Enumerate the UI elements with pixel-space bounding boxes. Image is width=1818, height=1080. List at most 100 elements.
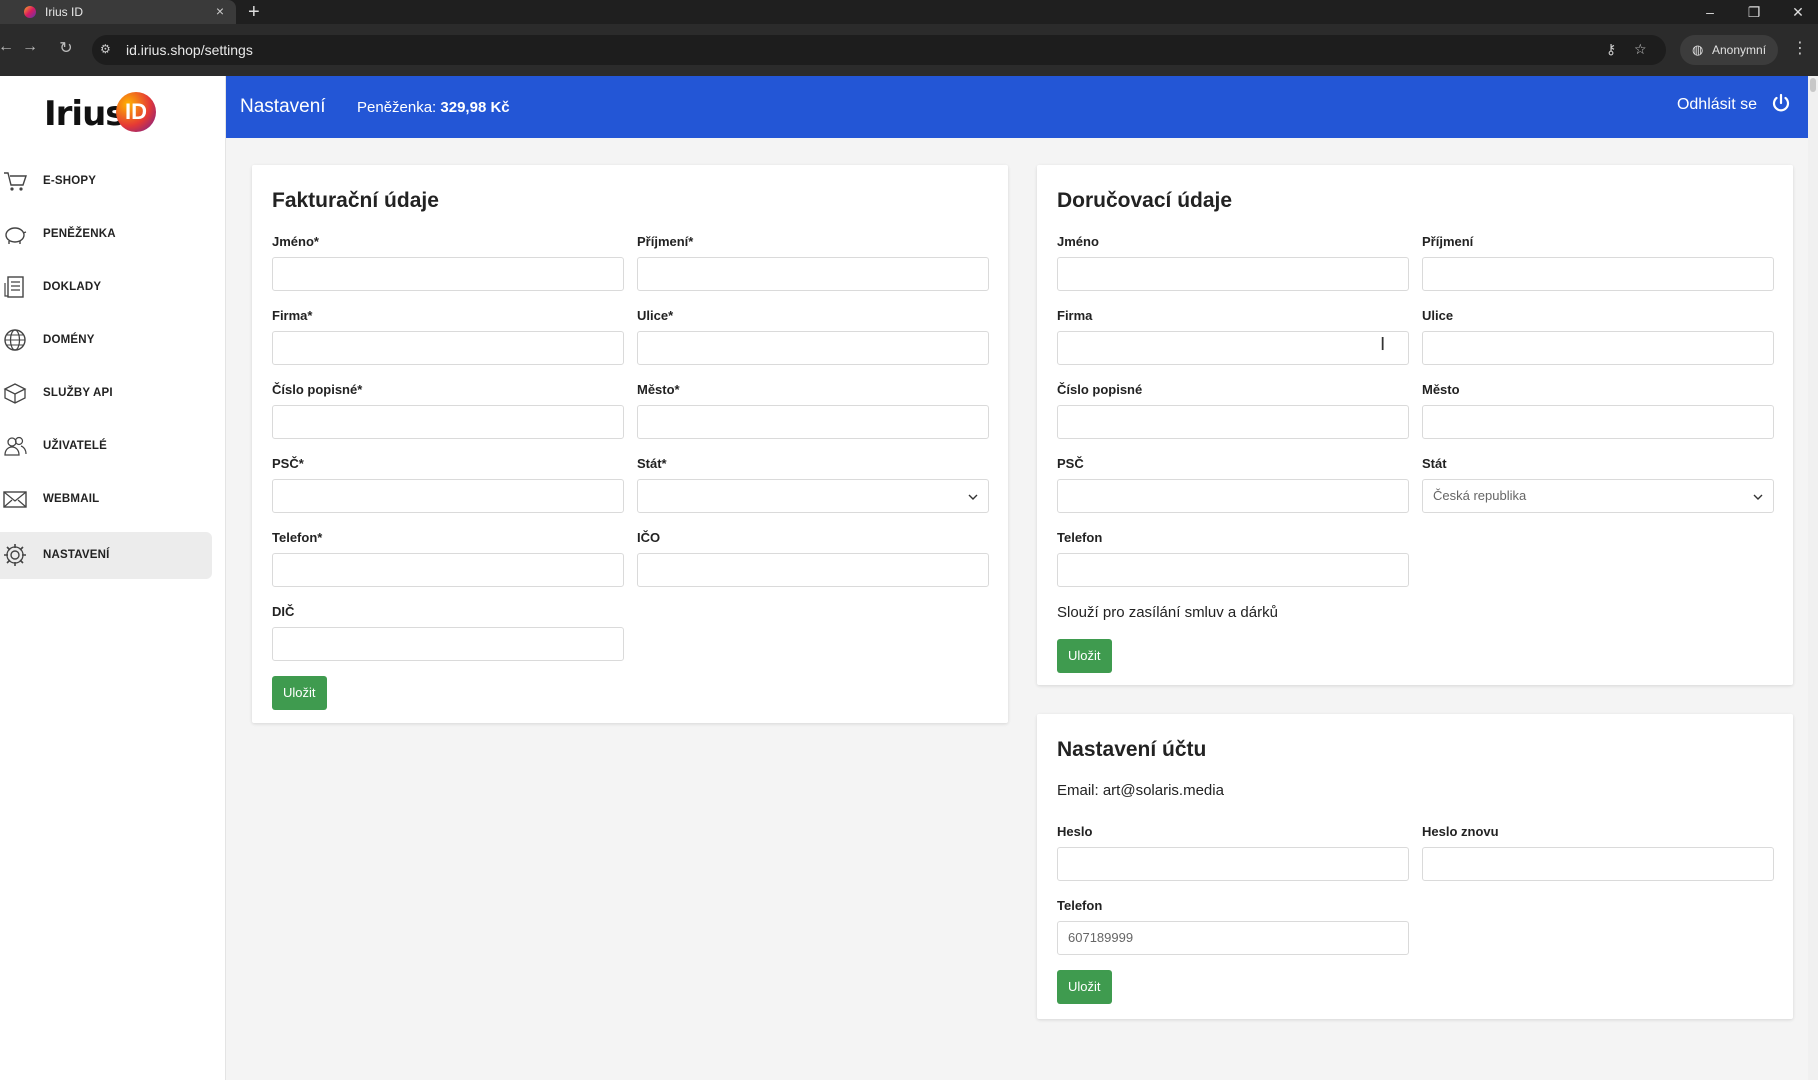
receipt-icon <box>4 276 24 298</box>
billing-title: Fakturační údaje <box>272 189 439 212</box>
forward-arrow-icon[interactable]: → <box>18 38 42 56</box>
incognito-badge[interactable]: ◍ Anonymní <box>1680 35 1778 65</box>
delivery-title: Doručovací údaje <box>1057 189 1233 212</box>
billing-first-name-input[interactable] <box>272 257 624 291</box>
delivery-zip-input[interactable] <box>1057 479 1409 513</box>
delivery-street-label: Ulice <box>1422 308 1454 323</box>
tab-title: Irius ID <box>45 5 84 19</box>
chevron-down-icon <box>1753 494 1763 500</box>
billing-zip-input[interactable] <box>272 479 624 513</box>
sidebar-item-nastaveni[interactable]: NASTAVENÍ <box>0 532 212 579</box>
sidebar-item-label: UŽIVATELÉ <box>43 440 107 452</box>
account-save-button[interactable]: Uložit <box>1057 970 1112 1004</box>
logo-wordmark: Irius <box>44 94 126 134</box>
sidebar-item-sluzby-api[interactable]: SLUŽBY API <box>0 370 212 417</box>
account-card: Nastavení účtu Email: art@solaris.media … <box>1037 714 1793 1019</box>
restore-button[interactable]: ❐ <box>1734 0 1774 24</box>
sidebar-item-label: SLUŽBY API <box>43 387 113 399</box>
billing-ico-input[interactable] <box>637 553 989 587</box>
password-again-input[interactable] <box>1422 847 1774 881</box>
wallet-amount: 329,98 Kč <box>440 99 510 116</box>
logo-badge: ID <box>116 92 156 132</box>
logout-link[interactable]: Odhlásit se <box>1677 96 1757 114</box>
billing-street-input[interactable] <box>637 331 989 365</box>
billing-company-input[interactable] <box>272 331 624 365</box>
reload-icon[interactable]: ↻ <box>54 38 78 58</box>
sidebar-item-label: DOMÉNY <box>43 334 95 346</box>
sidebar-item-uzivatele[interactable]: UŽIVATELÉ <box>0 423 212 470</box>
delivery-zip-label: PSČ <box>1057 456 1084 471</box>
page-scrollbar[interactable] <box>1808 76 1818 1080</box>
billing-street-label: Ulice* <box>637 308 674 323</box>
url-text[interactable]: id.irius.shop/settings <box>126 42 253 58</box>
sidebar-item-label: WEBMAIL <box>43 493 100 505</box>
globe-icon <box>4 329 26 351</box>
sidebar-item-doklady[interactable]: DOKLADY <box>0 264 212 311</box>
password-input[interactable] <box>1057 847 1409 881</box>
delivery-company-label: Firma <box>1057 308 1093 323</box>
users-icon <box>4 436 27 456</box>
billing-card: Fakturační údaje Jméno* Příjmení* Firma*… <box>252 165 1008 723</box>
account-phone-input[interactable]: 607189999 <box>1057 921 1409 955</box>
irius-id-logo[interactable]: Irius ID <box>44 90 164 134</box>
box-icon <box>3 383 27 404</box>
delivery-save-button[interactable]: Uložit <box>1057 639 1112 673</box>
bookmark-star-icon[interactable]: ☆ <box>1634 41 1647 58</box>
power-icon[interactable] <box>1771 93 1791 113</box>
billing-phone-label: Telefon* <box>272 530 323 545</box>
delivery-country-label: Stát <box>1422 456 1447 471</box>
delivery-first-name-input[interactable] <box>1057 257 1409 291</box>
irius-favicon-icon <box>24 6 36 18</box>
sidebar: Irius ID E-SHOPY PENĚŽENKA DOKLADY DOMÉN… <box>0 76 226 1080</box>
cart-icon <box>4 172 27 191</box>
browser-tab[interactable]: Irius ID × <box>0 0 236 24</box>
password-key-icon[interactable]: ⚷ <box>1606 41 1616 58</box>
close-window-button[interactable]: ✕ <box>1778 0 1818 24</box>
delivery-country-value: Česká republika <box>1433 488 1527 503</box>
sidebar-item-webmail[interactable]: WEBMAIL <box>0 476 212 523</box>
sidebar-item-label: NASTAVENÍ <box>43 549 110 561</box>
billing-phone-input[interactable] <box>272 553 624 587</box>
site-info-icon[interactable]: ⚙ <box>100 42 116 58</box>
billing-dic-label: DIČ <box>272 604 295 619</box>
address-bar[interactable]: ⚙ id.irius.shop/settings ⚷ ☆ <box>92 35 1666 65</box>
wallet-label: Peněženka: <box>357 99 437 116</box>
billing-company-label: Firma* <box>272 308 313 323</box>
browser-menu-icon[interactable]: ⋮ <box>1792 38 1808 58</box>
billing-last-name-input[interactable] <box>637 257 989 291</box>
account-phone-placeholder: 607189999 <box>1068 930 1134 945</box>
billing-first-name-label: Jméno* <box>272 234 319 249</box>
delivery-house-number-input[interactable] <box>1057 405 1409 439</box>
sidebar-item-penezenka[interactable]: PENĚŽENKA <box>0 211 212 258</box>
delivery-last-name-input[interactable] <box>1422 257 1774 291</box>
sidebar-item-domeny[interactable]: DOMÉNY <box>0 317 212 364</box>
delivery-city-input[interactable] <box>1422 405 1774 439</box>
billing-country-select[interactable] <box>637 479 989 513</box>
wallet-balance: Peněženka: 329,98 Kč <box>357 99 510 116</box>
delivery-phone-input[interactable] <box>1057 553 1409 587</box>
billing-save-button[interactable]: Uložit <box>272 676 327 710</box>
billing-city-input[interactable] <box>637 405 989 439</box>
close-tab-icon[interactable]: × <box>216 3 224 19</box>
delivery-last-name-label: Příjmení <box>1422 234 1474 249</box>
browser-toolbar: ← → ↻ ⚙ id.irius.shop/settings ⚷ ☆ ◍ Ano… <box>0 24 1818 76</box>
password-label: Heslo <box>1057 824 1093 839</box>
new-tab-button[interactable]: + <box>248 0 260 24</box>
billing-country-label: Stát* <box>637 456 667 471</box>
account-phone-label: Telefon <box>1057 898 1103 913</box>
scrollbar-thumb[interactable] <box>1810 78 1816 92</box>
password-again-label: Heslo znovu <box>1422 824 1499 839</box>
text-cursor-icon: Ι <box>1380 334 1386 355</box>
delivery-country-select[interactable]: Česká republika <box>1422 479 1774 513</box>
delivery-company-input[interactable] <box>1057 331 1409 365</box>
billing-house-number-input[interactable] <box>272 405 624 439</box>
sidebar-item-eshopy[interactable]: E-SHOPY <box>0 158 212 205</box>
delivery-city-label: Město <box>1422 382 1460 397</box>
back-arrow-icon[interactable]: ← <box>0 38 18 56</box>
incognito-icon: ◍ <box>1692 42 1704 57</box>
minimize-button[interactable]: – <box>1690 0 1730 24</box>
account-title: Nastavení účtu <box>1057 738 1207 761</box>
delivery-street-input[interactable] <box>1422 331 1774 365</box>
billing-dic-input[interactable] <box>272 627 624 661</box>
billing-ico-label: IČO <box>637 530 661 545</box>
